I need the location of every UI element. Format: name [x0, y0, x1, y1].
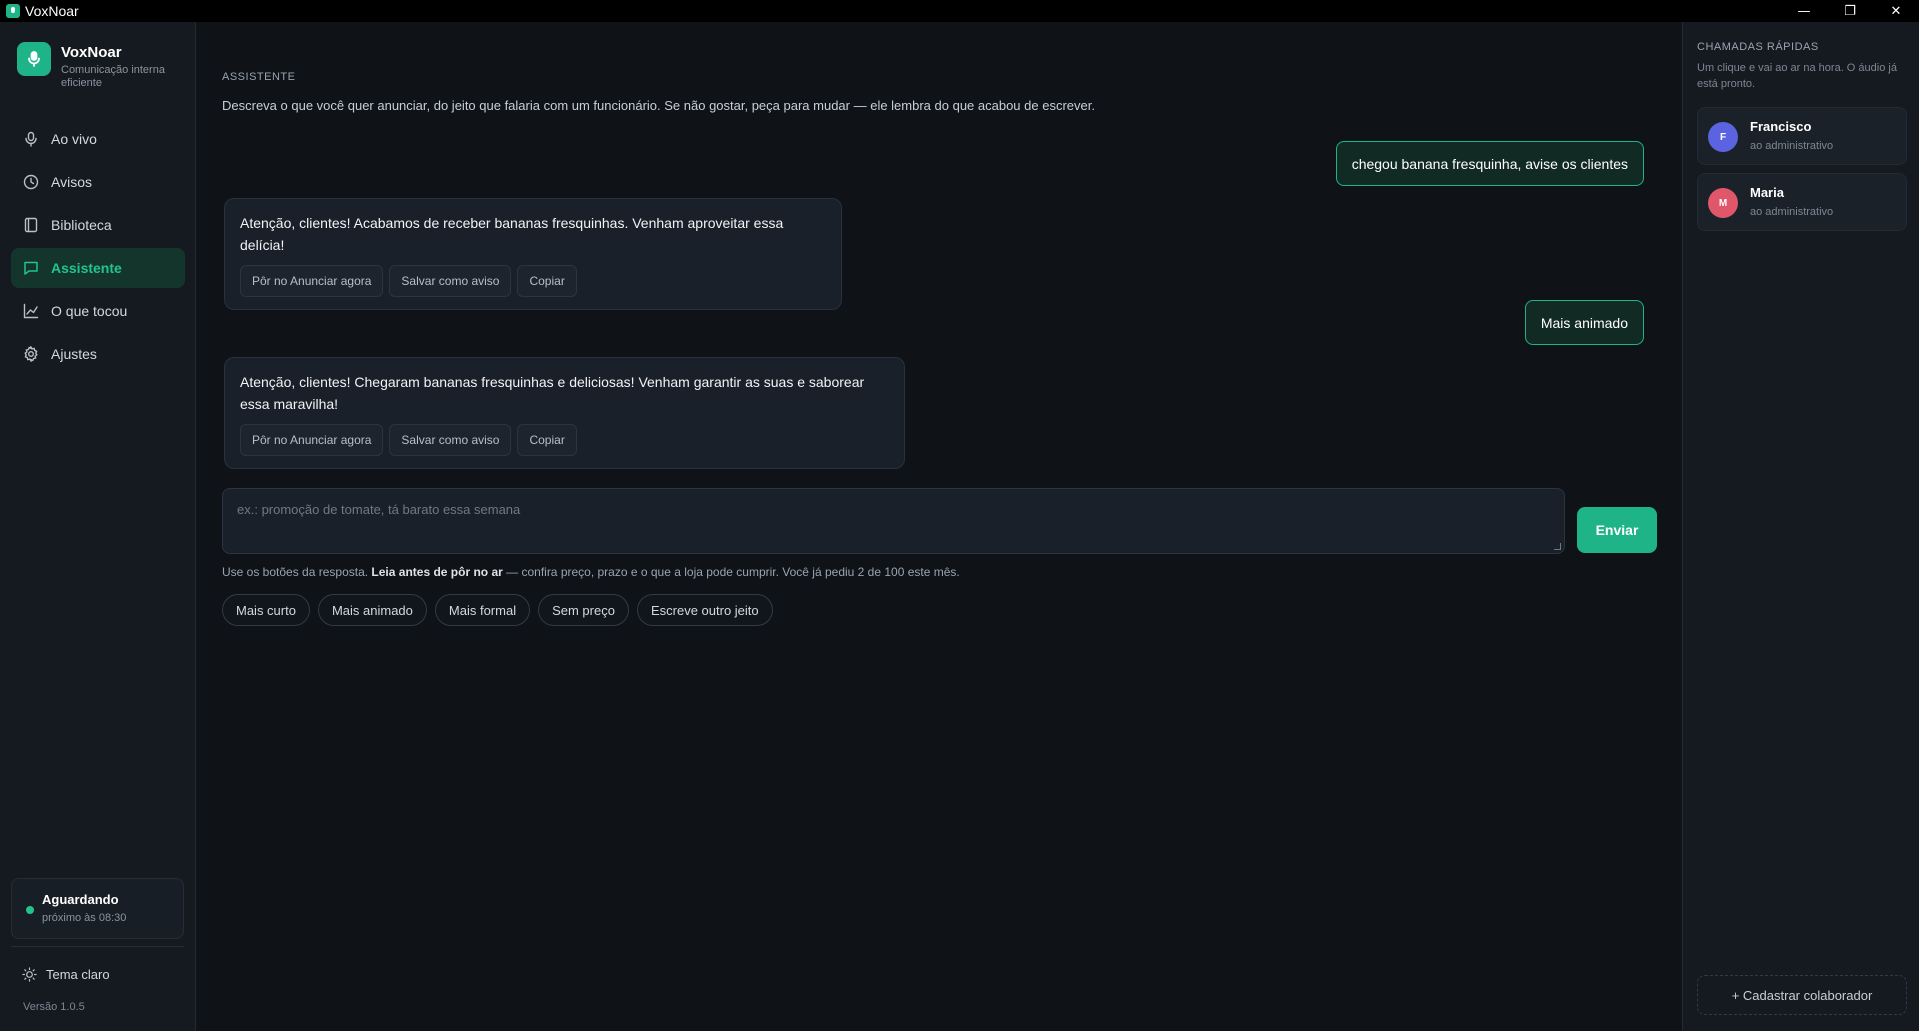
- sidebar: VoxNoar Comunicação interna eficiente Ao…: [0, 22, 196, 1031]
- assistant-message: Atenção, clientes! Acabamos de receber b…: [224, 198, 842, 310]
- quick-calls-title: CHAMADAS RÁPIDAS: [1697, 41, 1819, 53]
- add-collaborator-button[interactable]: + Cadastrar colaborador: [1697, 975, 1907, 1015]
- contact-card-francisco[interactable]: F Francisco ao administrativo: [1697, 107, 1907, 165]
- clock-icon: [23, 174, 39, 190]
- sidebar-item-avisos[interactable]: Avisos: [11, 162, 185, 202]
- announce-now-button[interactable]: Pôr no Anunciar agora: [240, 265, 384, 297]
- hint-suffix: — confira preço, prazo e o que a loja po…: [502, 565, 960, 579]
- sun-icon: [22, 967, 37, 982]
- status-subtitle: próximo às 08:30: [42, 912, 127, 924]
- microphone-icon: [17, 42, 51, 76]
- sidebar-item-label: Ao vivo: [51, 131, 97, 147]
- status-card: Aguardando próximo às 08:30: [11, 878, 184, 939]
- resize-handle[interactable]: [1554, 543, 1561, 550]
- close-button[interactable]: ✕: [1873, 0, 1919, 22]
- gear-icon: [24, 346, 38, 362]
- contact-role: ao administrativo: [1750, 140, 1834, 152]
- copy-button[interactable]: Copiar: [517, 265, 577, 297]
- theme-toggle-label: Tema claro: [46, 967, 110, 982]
- title-bar: VoxNoar — ❐ ✕: [0, 0, 1919, 22]
- status-title: Aguardando: [42, 892, 119, 907]
- avatar: M: [1708, 188, 1738, 218]
- announce-now-button[interactable]: Pôr no Anunciar agora: [240, 424, 384, 456]
- contact-role: ao administrativo: [1750, 206, 1834, 218]
- version-label: Versão 1.0.5: [23, 1001, 85, 1013]
- chip-shorter[interactable]: Mais curto: [222, 594, 310, 626]
- hint-prefix: Use os botões da resposta.: [222, 565, 372, 579]
- hint-bold: Leia antes de pôr no ar: [371, 565, 503, 579]
- brand: VoxNoar Comunicação interna eficiente: [17, 42, 171, 90]
- book-icon: [24, 217, 38, 233]
- save-as-notice-button[interactable]: Salvar como aviso: [389, 265, 512, 297]
- sidebar-item-label: Assistente: [51, 260, 122, 276]
- usage-hint: Use os botões da resposta. Leia antes de…: [222, 565, 960, 579]
- brand-name: VoxNoar: [61, 44, 122, 61]
- status-indicator: [26, 906, 34, 914]
- sidebar-item-o-que-tocou[interactable]: O que tocou: [11, 291, 185, 331]
- user-message: chegou banana fresquinha, avise os clien…: [1335, 141, 1644, 186]
- refine-chips: Mais curto Mais animado Mais formal Sem …: [222, 594, 781, 626]
- sidebar-item-ajustes[interactable]: Ajustes: [11, 334, 185, 374]
- brand-subtitle: Comunicação interna eficiente: [61, 64, 165, 89]
- assistant-message-text: Atenção, clientes! Acabamos de receber b…: [240, 215, 784, 253]
- chip-formal[interactable]: Mais formal: [434, 594, 531, 626]
- chip-rewrite[interactable]: Escreve outro jeito: [636, 594, 773, 626]
- theme-toggle[interactable]: Tema claro: [22, 967, 110, 982]
- sidebar-item-label: Avisos: [51, 174, 92, 190]
- chip-no-price[interactable]: Sem preço: [538, 594, 629, 626]
- avatar: F: [1708, 122, 1738, 152]
- chat-icon: [24, 261, 38, 275]
- section-description: Descreva o que você quer anunciar, do je…: [222, 98, 1095, 113]
- sidebar-item-ao-vivo[interactable]: Ao vivo: [11, 119, 185, 159]
- assistant-message: Atenção, clientes! Chegaram bananas fres…: [224, 357, 905, 469]
- quick-calls-description: Um clique e vai ao ar na hora. O áudio j…: [1697, 62, 1897, 90]
- prompt-placeholder: ex.: promoção de tomate, tá barato essa …: [237, 502, 521, 517]
- contact-card-maria[interactable]: M Maria ao administrativo: [1697, 173, 1907, 231]
- user-message: Mais animado: [1524, 300, 1644, 345]
- copy-button[interactable]: Copiar: [517, 424, 577, 456]
- chip-livelier[interactable]: Mais animado: [317, 594, 427, 626]
- sidebar-nav: Ao vivo Avisos Biblioteca Assistente O q…: [11, 119, 185, 377]
- section-label: ASSISTENTE: [222, 71, 296, 83]
- sidebar-item-label: Biblioteca: [51, 217, 112, 233]
- contact-name: Francisco: [1750, 119, 1812, 134]
- quick-calls-panel: CHAMADAS RÁPIDAS Um clique e vai ao ar n…: [1682, 22, 1919, 1031]
- contact-name: Maria: [1750, 185, 1784, 200]
- window-title: VoxNoar: [25, 3, 79, 19]
- assistant-message-text: Atenção, clientes! Chegaram bananas fres…: [240, 374, 865, 412]
- line-chart-icon: [23, 303, 39, 319]
- restore-button[interactable]: ❐: [1827, 0, 1873, 22]
- minimize-button[interactable]: —: [1781, 0, 1827, 22]
- save-as-notice-button[interactable]: Salvar como aviso: [389, 424, 512, 456]
- divider: [11, 946, 184, 947]
- prompt-input[interactable]: ex.: promoção de tomate, tá barato essa …: [222, 488, 1565, 554]
- sidebar-item-assistente[interactable]: Assistente: [11, 248, 185, 288]
- app-icon: [6, 4, 20, 18]
- sidebar-item-biblioteca[interactable]: Biblioteca: [11, 205, 185, 245]
- sidebar-item-label: Ajustes: [51, 346, 97, 362]
- sidebar-item-label: O que tocou: [51, 303, 128, 319]
- assistant-panel: ASSISTENTE Descreva o que você quer anun…: [197, 22, 1682, 1031]
- send-button[interactable]: Enviar: [1577, 507, 1657, 553]
- microphone-icon: [25, 131, 37, 147]
